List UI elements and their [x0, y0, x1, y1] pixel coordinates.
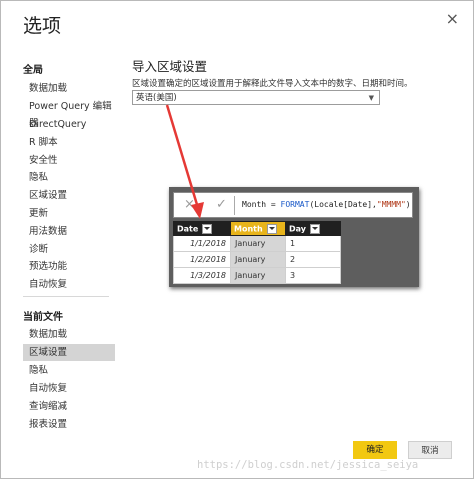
cancel-button[interactable]: 取消 — [408, 441, 452, 459]
options-dialog: 选项 × 全局 数据加载 Power Query 编辑器 DirectQuery… — [0, 0, 474, 479]
watermark: https://blog.csdn.net/jessica_seiya — [197, 459, 419, 471]
ok-button[interactable]: 确定 — [353, 441, 397, 459]
annotation-arrow — [165, 104, 204, 219]
